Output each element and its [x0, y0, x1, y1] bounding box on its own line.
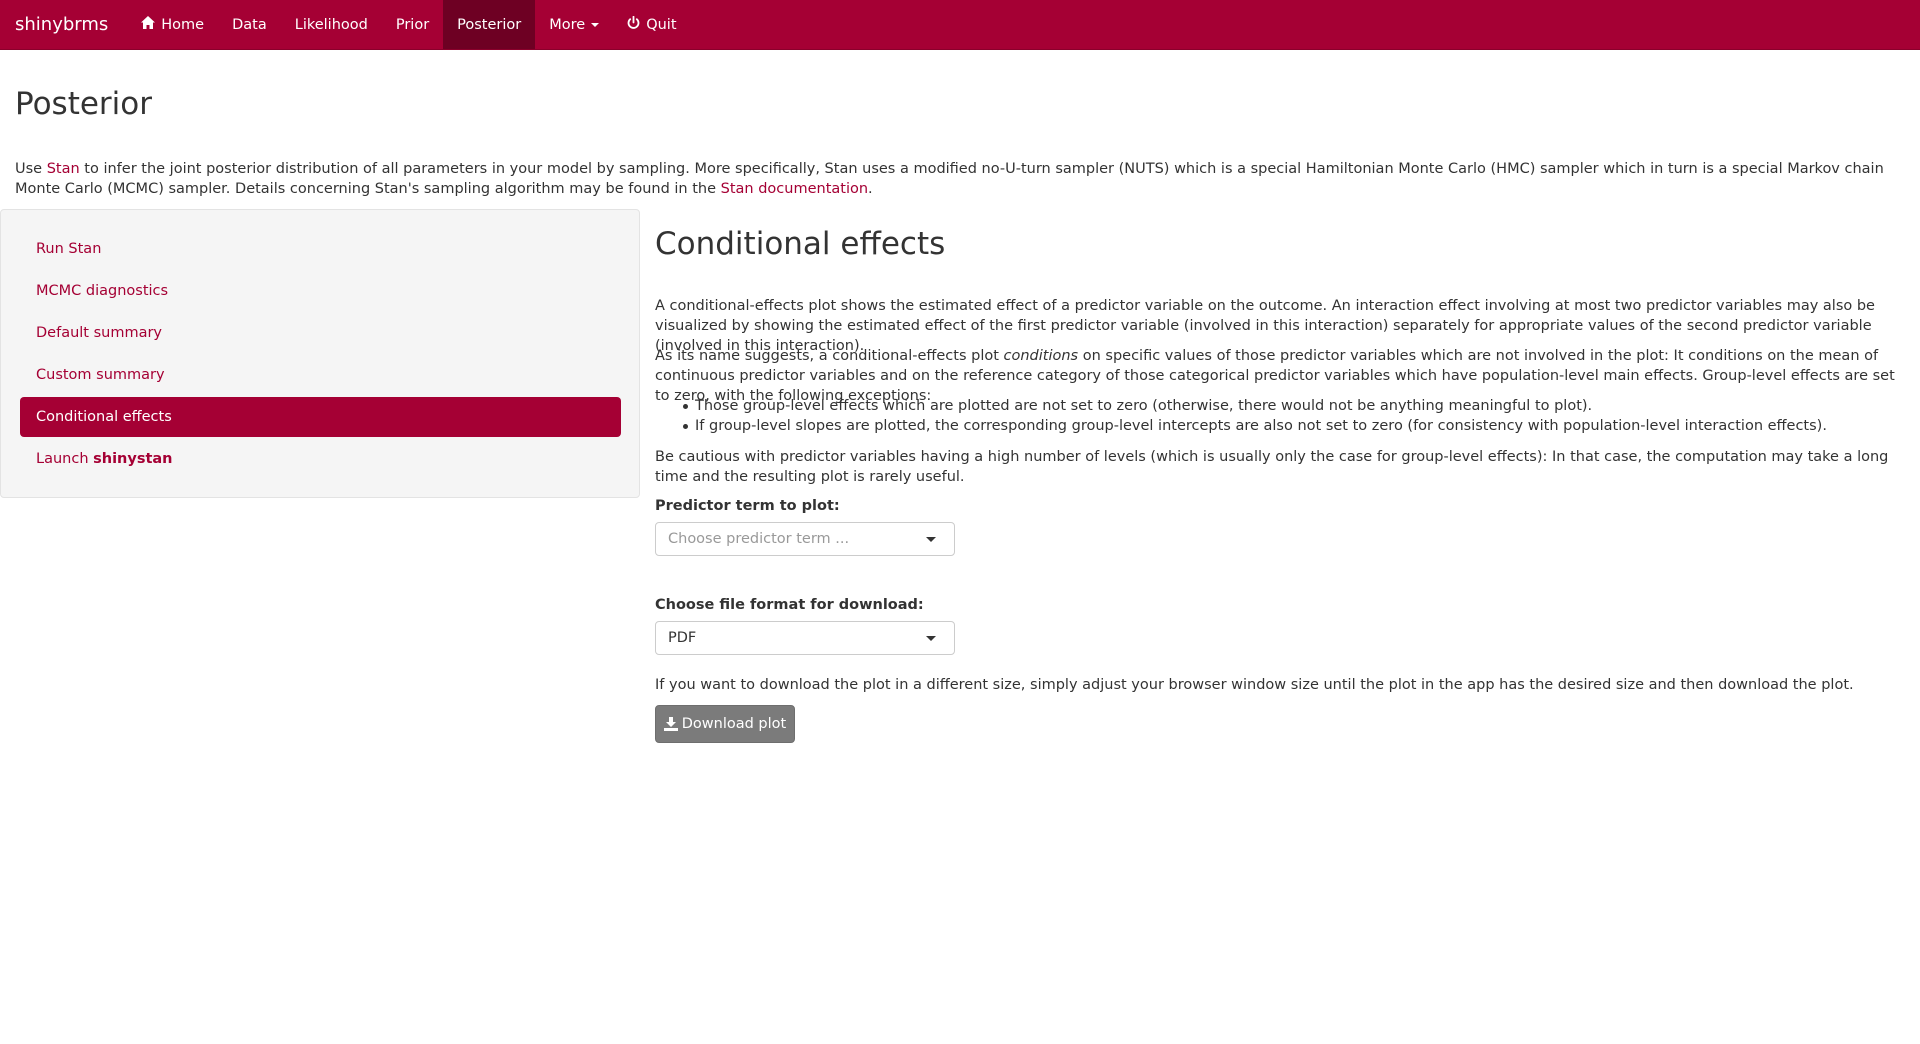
predictor-term-label: Predictor term to plot: — [655, 498, 840, 514]
brand-link[interactable]: shinybrms — [0, 0, 123, 49]
file-format-label: Choose file format for download: — [655, 597, 924, 613]
intro-part2: to infer the joint posterior distributio… — [15, 161, 1884, 197]
stan-documentation-link[interactable]: Stan documentation — [721, 181, 868, 197]
download-plot-button[interactable]: Download plot — [655, 705, 795, 743]
nav-quit[interactable]: Quit — [613, 0, 690, 49]
predictor-term-select[interactable]: Choose predictor term ... — [655, 522, 955, 556]
sidebar: Run Stan MCMC diagnostics Default summar… — [0, 209, 640, 498]
download-icon — [663, 717, 678, 731]
nav-data[interactable]: Data — [218, 0, 281, 49]
caution-paragraph: Be cautious with predictor variables hav… — [655, 449, 1889, 485]
list-item: Those group-level effects which are plot… — [655, 396, 1900, 416]
list-item: If group-level slopes are plotted, the c… — [655, 416, 1900, 436]
sidebar-item-launch-shinystan[interactable]: Launch shinystan — [20, 439, 621, 479]
nav-quit-label: Quit — [646, 16, 677, 33]
caret-down-icon — [591, 22, 600, 27]
section-heading: Conditional effects — [655, 226, 946, 262]
file-format-select[interactable]: PDF — [655, 621, 955, 655]
sidebar-item-default-summary[interactable]: Default summary — [20, 313, 621, 353]
sidebar-item-custom-summary[interactable]: Custom summary — [20, 355, 621, 395]
nav-home[interactable]: Home — [127, 0, 218, 49]
power-icon — [627, 15, 640, 34]
sidebar-item-mcmc-diagnostics[interactable]: MCMC diagnostics — [20, 271, 621, 311]
intro-part1: Use — [15, 161, 47, 177]
file-format-value: PDF — [668, 630, 697, 646]
intro-text: Use Stan to infer the joint posterior di… — [15, 159, 1905, 199]
navbar: shinybrms Home Data Likelihood Prior Pos… — [0, 0, 1920, 50]
nav-likelihood[interactable]: Likelihood — [281, 0, 382, 49]
sidebar-item-run-stan[interactable]: Run Stan — [20, 229, 621, 269]
nav-prior[interactable]: Prior — [382, 0, 443, 49]
exceptions-list: Those group-level effects which are plot… — [655, 396, 1900, 436]
conditions-part1: As its name suggests, a conditional-effe… — [655, 348, 1004, 364]
chevron-down-icon — [926, 636, 936, 641]
chevron-down-icon — [926, 537, 936, 542]
nav-home-label: Home — [161, 16, 205, 33]
conditions-emphasis: conditions — [1003, 348, 1079, 364]
predictor-term-placeholder: Choose predictor term ... — [668, 531, 850, 547]
nav-more-label: More — [549, 16, 586, 33]
nav-posterior[interactable]: Posterior — [443, 0, 536, 49]
stan-link[interactable]: Stan — [47, 161, 80, 177]
page-title: Posterior — [15, 86, 153, 122]
sidebar-item-conditional-effects[interactable]: Conditional effects — [20, 397, 621, 437]
home-icon — [141, 16, 156, 33]
nav-more-dropdown[interactable]: More — [535, 0, 613, 49]
intro-part3: . — [868, 181, 873, 197]
download-note: If you want to download the plot in a di… — [655, 677, 1854, 693]
download-plot-label: Download plot — [681, 716, 787, 732]
launch-label: Launch — [36, 451, 89, 467]
shinystan-label: shinystan — [93, 451, 173, 467]
